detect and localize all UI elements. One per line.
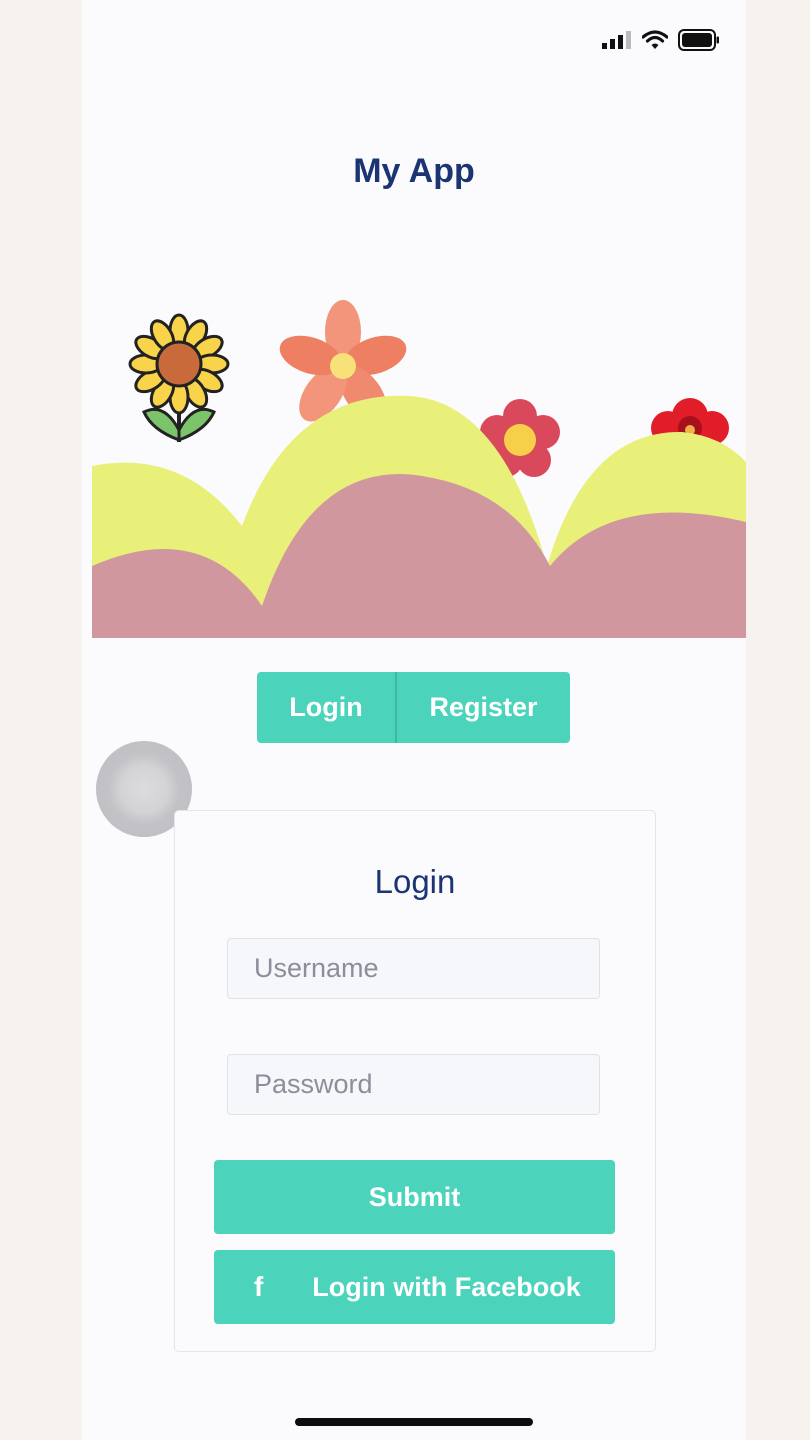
password-input[interactable]	[227, 1054, 600, 1115]
hero-illustration	[92, 290, 746, 638]
tab-register[interactable]: Register	[397, 672, 570, 743]
username-input[interactable]	[227, 938, 600, 999]
phone-screen: My App Login Register Login Username Sub…	[82, 0, 746, 1440]
facebook-button-label: Login with Facebook	[312, 1271, 581, 1302]
tab-login[interactable]: Login	[257, 672, 397, 743]
login-card: Login Submit f Login with Facebook	[174, 810, 656, 1352]
app-title: My App	[353, 152, 475, 190]
submit-button[interactable]: Submit	[214, 1160, 615, 1234]
facebook-login-button[interactable]: f Login with Facebook	[214, 1250, 615, 1324]
facebook-icon: f	[254, 1271, 264, 1302]
submit-button-label: Submit	[368, 1181, 461, 1212]
login-card-title: Login	[374, 863, 456, 900]
signal-icon	[602, 31, 631, 49]
sunflower-illustration	[128, 313, 230, 443]
home-indicator[interactable]	[295, 1418, 533, 1426]
wifi-icon	[642, 30, 668, 49]
status-bar	[602, 28, 720, 52]
battery-icon	[678, 29, 719, 51]
auth-tab-switcher: Login Register	[257, 672, 570, 743]
